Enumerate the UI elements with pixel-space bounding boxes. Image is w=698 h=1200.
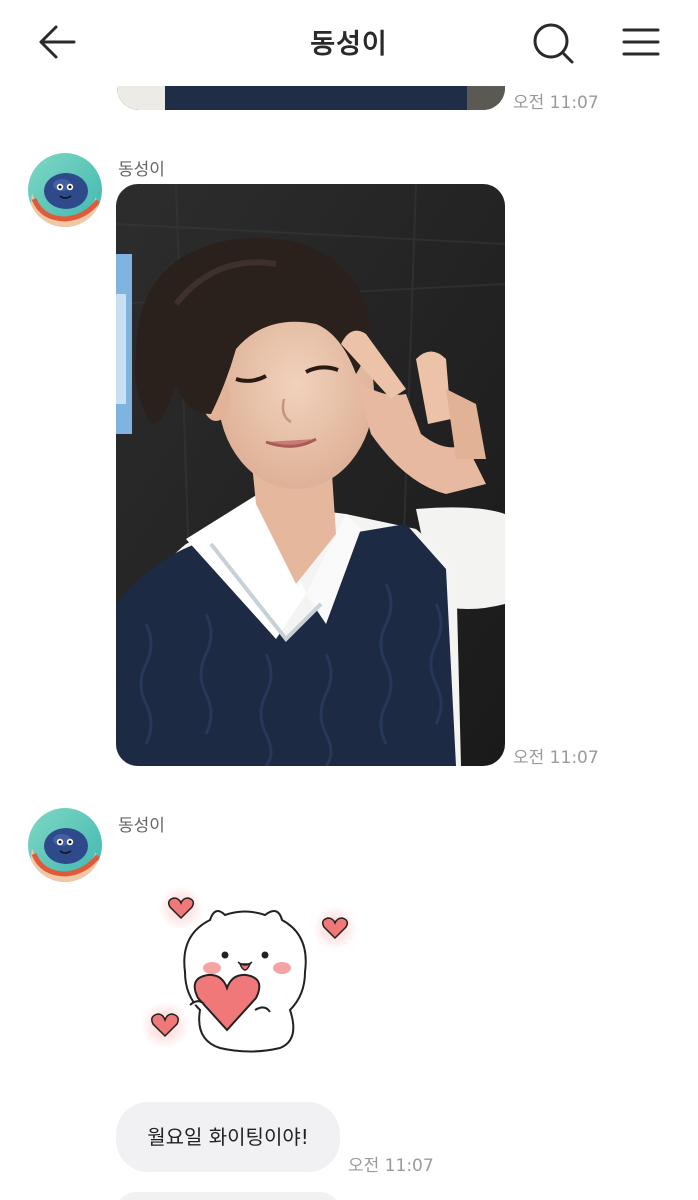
search-button[interactable]: [530, 20, 576, 66]
chat-header: 동성이: [0, 0, 698, 86]
menu-button[interactable]: [620, 22, 662, 62]
chat-area: 오전 11:07 동성이 오전 11:07 동성이 월요일 화이팅이야! 오전 …: [0, 0, 698, 1200]
chat-title: 동성이: [310, 29, 388, 60]
message-time: 오전 11:07: [348, 1156, 434, 1176]
hamburger-menu-icon: [622, 28, 660, 56]
search-icon: [533, 23, 574, 64]
sticker-message[interactable]: [130, 880, 370, 1070]
message-time: 오전 11:07: [513, 748, 599, 768]
sender-avatar[interactable]: [28, 808, 102, 882]
sender-avatar[interactable]: [28, 153, 102, 227]
sender-name: 동성이: [118, 160, 165, 180]
text-message-bubble[interactable]: 월요일 화이팅이야!: [116, 1102, 340, 1172]
next-message-bubble[interactable]: [116, 1192, 340, 1200]
message-time: 오전 11:07: [513, 93, 599, 113]
photo-message[interactable]: [116, 184, 505, 766]
sender-name: 동성이: [118, 816, 165, 836]
